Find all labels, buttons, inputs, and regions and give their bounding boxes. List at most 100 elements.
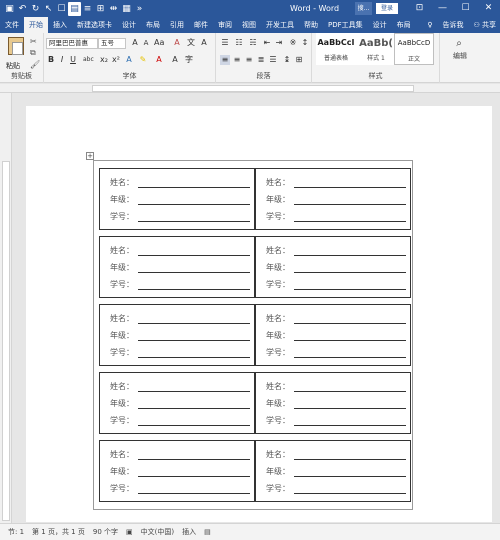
grid-icon[interactable]: ▦ — [120, 2, 133, 16]
student-id-blank-line[interactable] — [294, 214, 406, 222]
grade-blank-line[interactable] — [294, 469, 406, 477]
name-blank-line[interactable] — [294, 248, 406, 256]
student-id-blank-line[interactable] — [294, 282, 406, 290]
label-card[interactable]: 姓名： 年级： 学号： — [99, 304, 255, 366]
label-card[interactable]: 姓名： 年级： 学号： — [255, 168, 411, 230]
student-id-blank-line[interactable] — [138, 282, 250, 290]
label-card[interactable]: 姓名： 年级： 学号： — [99, 168, 255, 230]
vertical-ruler[interactable] — [0, 93, 12, 523]
font-size-select[interactable]: 五号 — [98, 38, 126, 49]
align-icon[interactable]: ⇹ — [107, 2, 120, 16]
maximize-icon[interactable]: ☐ — [454, 0, 477, 17]
save-icon[interactable]: ▣ — [3, 2, 16, 16]
font-color-icon[interactable]: A — [154, 55, 164, 65]
shrink-font-icon[interactable]: A — [141, 38, 151, 48]
style-body[interactable]: AaBbCcD 正文 — [394, 33, 434, 65]
name-blank-line[interactable] — [294, 384, 406, 392]
label-card[interactable]: 姓名： 年级： 学号： — [255, 304, 411, 366]
close-icon[interactable]: ✕ — [477, 0, 500, 17]
style-normal-table[interactable]: AaBbCcI 普通表格 — [316, 33, 356, 65]
section-indicator[interactable]: 节: 1 — [8, 527, 24, 537]
name-blank-line[interactable] — [138, 384, 250, 392]
macro-icon[interactable]: ▤ — [204, 528, 211, 536]
decrease-indent-icon[interactable]: ⇤ — [262, 38, 272, 48]
increase-indent-icon[interactable]: ⇥ — [274, 38, 284, 48]
grade-blank-line[interactable] — [294, 197, 406, 205]
tell-me-button[interactable]: 告诉我 — [442, 20, 463, 30]
more-icon[interactable]: » — [133, 2, 146, 16]
superscript-icon[interactable]: x² — [111, 55, 121, 65]
student-id-blank-line[interactable] — [138, 350, 250, 358]
grade-blank-line[interactable] — [294, 333, 406, 341]
name-blank-line[interactable] — [138, 452, 250, 460]
borders-icon[interactable]: ⊞ — [294, 55, 304, 65]
tab-review[interactable]: 审阅 — [213, 17, 237, 33]
align-center-icon[interactable]: ≡ — [232, 55, 242, 65]
grow-font-icon[interactable]: A — [130, 38, 140, 48]
undo-icon[interactable]: ↶ — [16, 2, 29, 16]
grade-blank-line[interactable] — [138, 401, 250, 409]
grade-blank-line[interactable] — [138, 197, 250, 205]
grade-blank-line[interactable] — [294, 401, 406, 409]
strikethrough-icon[interactable]: abc — [83, 55, 94, 65]
bold-icon[interactable]: B — [46, 55, 56, 65]
name-blank-line[interactable] — [294, 180, 406, 188]
align-left-icon[interactable]: ≡ — [220, 55, 230, 65]
student-id-blank-line[interactable] — [294, 418, 406, 426]
name-blank-line[interactable] — [294, 452, 406, 460]
label-card[interactable]: 姓名： 年级： 学号： — [99, 372, 255, 434]
tab-references[interactable]: 引用 — [165, 17, 189, 33]
name-blank-line[interactable] — [138, 180, 250, 188]
highlight-icon[interactable]: ✎ — [138, 55, 148, 65]
align-right-icon[interactable]: ≡ — [244, 55, 254, 65]
distribute-icon[interactable]: ☰ — [268, 55, 278, 65]
tab-developer[interactable]: 开发工具 — [261, 17, 299, 33]
text-effects-icon[interactable]: A — [124, 55, 134, 65]
phonetic-icon[interactable]: 文 — [186, 38, 196, 48]
label-card[interactable]: 姓名： 年级： 学号： — [255, 372, 411, 434]
cut-icon[interactable]: ✂ — [30, 37, 40, 46]
copy-icon[interactable]: ⧉ — [30, 48, 40, 58]
page-indicator[interactable]: 第 1 页，共 1 页 — [32, 527, 85, 537]
format-painter-icon[interactable]: 🖌 — [30, 60, 40, 69]
shading-icon[interactable]: A — [170, 55, 180, 65]
label-card[interactable]: 姓名： 年级： 学号： — [99, 236, 255, 298]
subscript-icon[interactable]: x₂ — [99, 55, 109, 65]
tab-layout[interactable]: 布局 — [141, 17, 165, 33]
label-card[interactable]: 姓名： 年级： 学号： — [255, 440, 411, 502]
grade-blank-line[interactable] — [138, 469, 250, 477]
sort-icon[interactable]: ↕ — [300, 38, 310, 48]
indent-icon[interactable]: ≡ — [81, 2, 94, 16]
ribbon-display-icon[interactable]: ⊡ — [408, 0, 431, 17]
proofing-icon[interactable]: ▣ — [126, 528, 133, 536]
name-blank-line[interactable] — [294, 316, 406, 324]
bullets-icon[interactable]: ☰ — [220, 38, 230, 48]
insert-mode[interactable]: 插入 — [182, 527, 196, 537]
minimize-icon[interactable]: — — [431, 0, 454, 17]
font-name-select[interactable]: 阿里巴巴普惠 — [46, 38, 98, 49]
table-icon[interactable]: ⊞ — [94, 2, 107, 16]
search-icon[interactable]: ⌕ — [454, 39, 464, 49]
share-button[interactable]: ⚇ 共享 — [473, 20, 496, 30]
tab-design[interactable]: 设计 — [117, 17, 141, 33]
justify-icon[interactable]: ≣ — [256, 55, 266, 65]
numbering-icon[interactable]: ☷ — [234, 38, 244, 48]
italic-icon[interactable]: I — [57, 55, 67, 65]
tab-mailings[interactable]: 邮件 — [189, 17, 213, 33]
horizontal-ruler[interactable] — [0, 84, 500, 93]
language-indicator[interactable]: 中文(中国) — [141, 527, 174, 537]
student-id-blank-line[interactable] — [138, 214, 250, 222]
student-id-blank-line[interactable] — [138, 418, 250, 426]
table-move-handle[interactable]: + — [86, 152, 94, 160]
grade-blank-line[interactable] — [294, 265, 406, 273]
label-card[interactable]: 姓名： 年级： 学号： — [99, 440, 255, 502]
tab-view[interactable]: 视图 — [237, 17, 261, 33]
grade-blank-line[interactable] — [138, 265, 250, 273]
tab-insert[interactable]: 插入 — [48, 17, 72, 33]
enclose-char-icon[interactable]: 字 — [184, 55, 194, 65]
tab-file[interactable]: 文件 — [0, 17, 24, 33]
tell-me-search[interactable]: 搜... — [355, 2, 372, 15]
tab-help[interactable]: 帮助 — [299, 17, 323, 33]
multilevel-icon[interactable]: ☵ — [248, 38, 258, 48]
student-id-blank-line[interactable] — [294, 486, 406, 494]
